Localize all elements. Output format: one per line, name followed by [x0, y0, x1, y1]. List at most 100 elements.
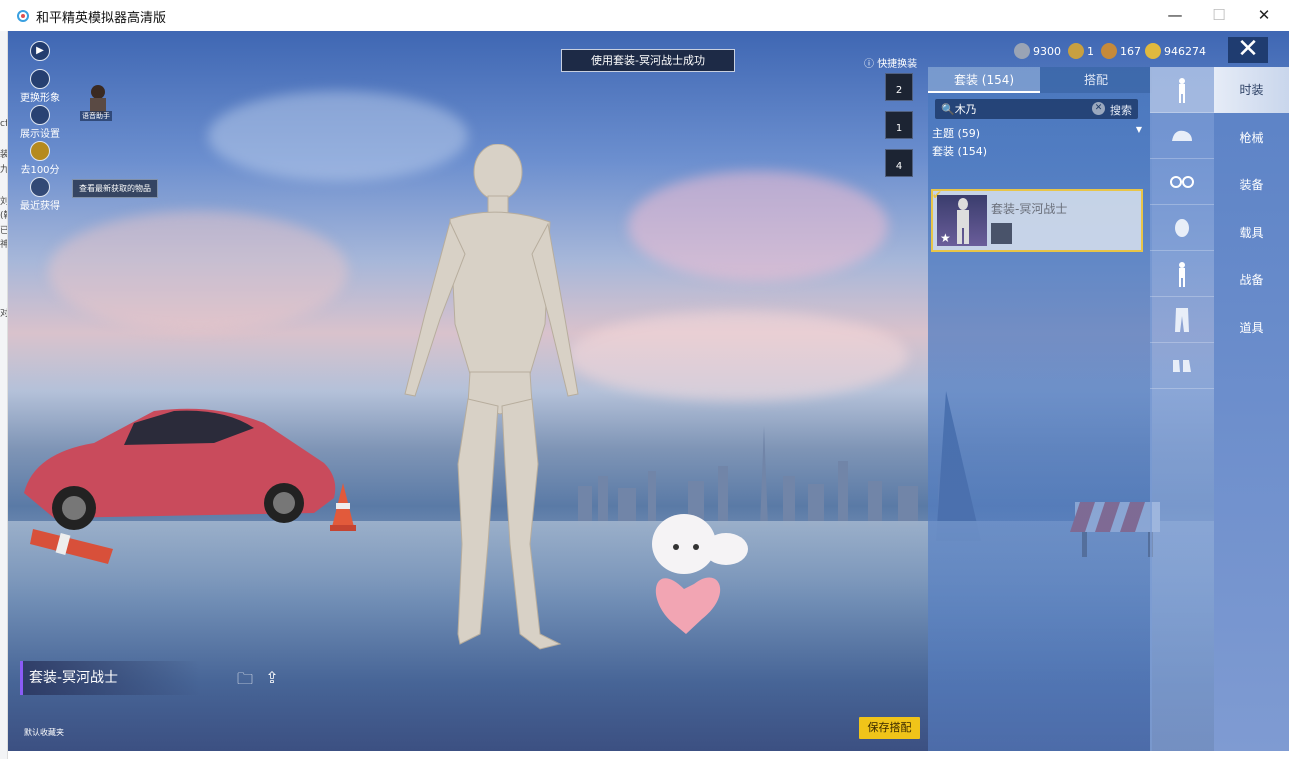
svg-text:★: ★	[940, 231, 951, 245]
strip-text: (韩	[0, 211, 7, 221]
currency-value: 9300	[1033, 44, 1061, 58]
panel-tabs: 套装 (154) 搭配	[928, 67, 1152, 93]
tab-match[interactable]: 搭配	[1040, 67, 1152, 93]
quick-change-text: 快捷换装	[877, 59, 918, 70]
city-skyline	[578, 426, 948, 526]
search-button[interactable]: 搜索	[1110, 102, 1132, 118]
category-body[interactable]	[1150, 251, 1214, 297]
close-wardrobe-button[interactable]: ✕	[1228, 36, 1268, 63]
currency-value: 1	[1087, 44, 1094, 58]
currency-value: 946274	[1164, 44, 1206, 58]
quick-slot-4[interactable]: 4	[885, 149, 913, 177]
cloud	[628, 171, 888, 281]
mummy-thumbnail-icon: ★	[940, 198, 969, 245]
mascot-pet	[652, 514, 748, 634]
change-appearance-button[interactable]: 更换形象	[18, 69, 62, 104]
favorite-add-button[interactable]: 🗀	[233, 668, 257, 690]
share-icon: ⇪	[265, 668, 279, 687]
strip-text: 神	[0, 237, 7, 250]
background-window-strip: cf 装 九 刘 (韩 已 神 对	[0, 31, 8, 759]
category-column	[1150, 67, 1214, 751]
assistant-label: 语音助手	[80, 111, 112, 121]
nav-equipment[interactable]: 装备	[1214, 162, 1289, 208]
nav-items[interactable]: 道具	[1214, 305, 1289, 351]
outfit-icon	[1179, 77, 1185, 103]
strip-text: 刘	[0, 194, 7, 207]
category-goggles[interactable]	[1150, 159, 1214, 205]
category-hat[interactable]	[1150, 113, 1214, 159]
window-title: 和平精英模拟器高清版	[36, 11, 167, 26]
traffic-cone-fallen	[30, 529, 113, 564]
quick-slot-1[interactable]: 1	[885, 111, 913, 139]
menu-label: 最近获得	[20, 201, 60, 212]
search-field[interactable]: 🔍木乃 ✕ 搜索	[935, 99, 1138, 119]
avatar-icon	[30, 69, 50, 89]
slot-number: 2	[895, 85, 903, 96]
cloud	[48, 211, 348, 331]
item-panel: 套装 (154) 搭配 🔍木乃 ✕ 搜索 主题 (59) ▼ 套装 (154) …	[928, 67, 1152, 751]
maximize-button[interactable]: ☐	[1199, 4, 1239, 26]
new-items-tooltip: 查看最新获取的物品	[72, 179, 158, 198]
suit-item-card[interactable]: ✔ ★ 套装-冥河战士	[931, 188, 1143, 252]
category-face[interactable]	[1150, 205, 1214, 251]
title-bar: 和平精英模拟器高清版 — ☐ ✕	[0, 0, 1296, 31]
save-outfit-button[interactable]: 保存搭配	[859, 717, 920, 739]
slot-number: 4	[895, 161, 903, 172]
current-outfit-name: 套装-冥河战士	[20, 661, 200, 695]
chevron-down-icon: ▼	[1135, 125, 1142, 134]
currency-gold: 946274	[1145, 41, 1206, 61]
theme-label: 主题 (59)	[932, 127, 981, 140]
nav-firearms[interactable]: 枪械	[1214, 115, 1289, 161]
help-icon: ⓘ	[864, 59, 874, 70]
nav-fashion[interactable]: 时装	[1214, 67, 1289, 113]
default-favorites-label[interactable]: 默认收藏夹	[24, 727, 64, 738]
score-button[interactable]: 去100分	[18, 141, 62, 176]
theme-filter[interactable]: 主题 (59) ▼	[932, 125, 1142, 141]
strip-text: 九	[0, 162, 7, 175]
shoes-icon	[1173, 359, 1191, 372]
silver-coin-icon	[1014, 43, 1030, 59]
clear-icon[interactable]: ✕	[1092, 102, 1105, 115]
goggles-icon	[1170, 175, 1194, 188]
gift-icon	[30, 177, 50, 197]
expand-menu-button[interactable]: ▶	[18, 41, 62, 61]
recently-obtained-button[interactable]: 最近获得	[18, 177, 62, 212]
suit-thumbnail: ★	[937, 195, 987, 246]
character-model	[404, 144, 579, 650]
trophy-icon	[30, 141, 50, 161]
status-toast: 使用套装-冥河战士成功	[561, 49, 735, 72]
minimize-button[interactable]: —	[1155, 4, 1195, 26]
slot-number: 1	[895, 123, 903, 134]
category-pants[interactable]	[1150, 297, 1214, 343]
category-outfit[interactable]	[1150, 67, 1214, 113]
cloud	[568, 311, 908, 401]
medal-icon	[1068, 43, 1084, 59]
play-icon: ▶	[30, 41, 50, 61]
currency-bronze: 167	[1101, 41, 1141, 61]
folder-star-icon: 🗀	[236, 669, 253, 688]
bronze-coin-icon	[1101, 43, 1117, 59]
quick-slot-2[interactable]: 2	[885, 73, 913, 101]
hat-icon	[1172, 130, 1192, 141]
nav-vehicles[interactable]: 载具	[1214, 210, 1289, 256]
menu-label: 去100分	[20, 165, 60, 176]
close-window-button[interactable]: ✕	[1244, 4, 1284, 26]
app-window: 和平精英模拟器高清版 — ☐ ✕ cf 装 九 刘 (韩 已 神 对	[0, 0, 1296, 759]
strip-text: cf	[0, 119, 8, 129]
category-shoes[interactable]	[1150, 343, 1214, 389]
main-nav: 时装 枪械 装备 载具 战备 道具	[1214, 67, 1289, 751]
menu-label: 展示设置	[20, 129, 60, 140]
display-settings-button[interactable]: 展示设置	[18, 105, 62, 140]
currency-value: 167	[1120, 44, 1141, 58]
suits-header: 套装 (154)	[932, 145, 988, 158]
gold-coin-icon	[1145, 43, 1161, 59]
nav-combat-prep[interactable]: 战备	[1214, 257, 1289, 303]
search-query: 🔍木乃	[941, 103, 977, 116]
tab-suits[interactable]: 套装 (154)	[928, 67, 1040, 93]
game-viewport: 使用套装-冥河战士成功 9300 1 167 946274 ✕ ⓘ 快捷换装 2…	[8, 31, 1289, 751]
face-icon	[1175, 218, 1189, 237]
quick-change-label[interactable]: ⓘ 快捷换装	[864, 55, 917, 70]
strip-text: 已	[0, 223, 7, 236]
share-button[interactable]: ⇪	[260, 668, 284, 690]
voice-assistant-button[interactable]: 语音助手	[80, 83, 120, 123]
